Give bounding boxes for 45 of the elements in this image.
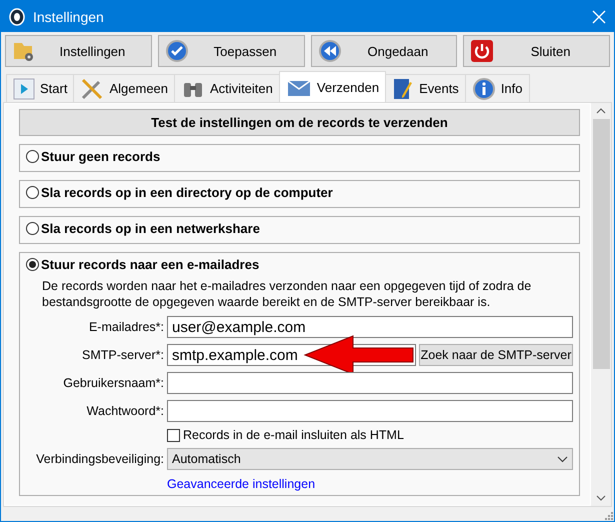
tab[interactable]: Verzenden — [278, 71, 386, 102]
play-icon — [13, 78, 35, 100]
input-field[interactable] — [167, 372, 573, 394]
document-pencil-icon — [392, 76, 414, 100]
check-icon — [164, 39, 189, 63]
search-server-button[interactable]: Zoek naar de SMTP-server — [419, 344, 573, 366]
advanced-settings-link[interactable]: Geavanceerde instellingen — [167, 477, 316, 491]
radio-option[interactable]: Stuur geen records — [26, 149, 573, 164]
tab[interactable]: Events — [385, 74, 466, 102]
tab[interactable]: Start — [6, 74, 74, 102]
scrollbar[interactable] — [591, 103, 611, 506]
tab[interactable]: Algemeen — [73, 74, 176, 102]
rewind-icon — [318, 39, 342, 63]
radio-option[interactable]: Sla records op in een netwerkshare — [26, 221, 573, 236]
field-label: E-mailadres*: — [88, 320, 164, 334]
radio-icon[interactable] — [26, 150, 39, 163]
test-settings-button[interactable]: Test de instellingen om de records te verzenden — [19, 109, 580, 136]
power-icon — [470, 39, 494, 63]
toolbar-button[interactable]: Toepassen — [158, 35, 304, 67]
close-icon[interactable] — [592, 10, 606, 24]
app-icon — [9, 8, 25, 26]
field-label: Verbindingsbeveiliging: — [35, 452, 164, 466]
security-dropdown[interactable]: Automatisch — [167, 448, 573, 470]
field-label: Gebruikersnaam*: — [62, 376, 164, 390]
toolbar-button[interactable]: Ongedaan — [310, 35, 458, 67]
chevron-down-icon — [557, 456, 568, 462]
radio-icon[interactable] — [26, 222, 39, 235]
tab[interactable]: Info — [464, 74, 530, 102]
radio-option[interactable]: Stuur records naar een e-mailadres — [26, 257, 573, 272]
resize-grip-icon[interactable] — [604, 511, 614, 521]
field-label: SMTP-server*: — [81, 348, 164, 362]
input-field[interactable] — [167, 400, 573, 422]
toolbar-button[interactable]: Sluiten — [463, 35, 610, 67]
toolbar-button[interactable]: Instellingen — [5, 35, 152, 67]
checkbox[interactable] — [167, 428, 180, 442]
radio-icon[interactable] — [26, 186, 39, 199]
input-field[interactable]: user@example.com — [167, 316, 573, 338]
radio-icon[interactable] — [26, 258, 39, 271]
info-icon — [472, 76, 496, 100]
checkbox-option[interactable]: Records in de e-mail insluiten als HTML — [167, 428, 573, 442]
description-text: De records worden naar het e-mailadres verzonden naar een opgegeven tijd of zodra de bestandsgrootte de opgegeven waarde bereikt en de SMTP-server bereikbaar is. — [41, 278, 532, 310]
radio-option[interactable]: Sla records op in een directory op de computer — [26, 185, 573, 200]
field-label: Wachtwoord*: — [86, 404, 164, 418]
tools-icon — [80, 76, 104, 100]
window-title: Instellingen — [33, 8, 105, 24]
